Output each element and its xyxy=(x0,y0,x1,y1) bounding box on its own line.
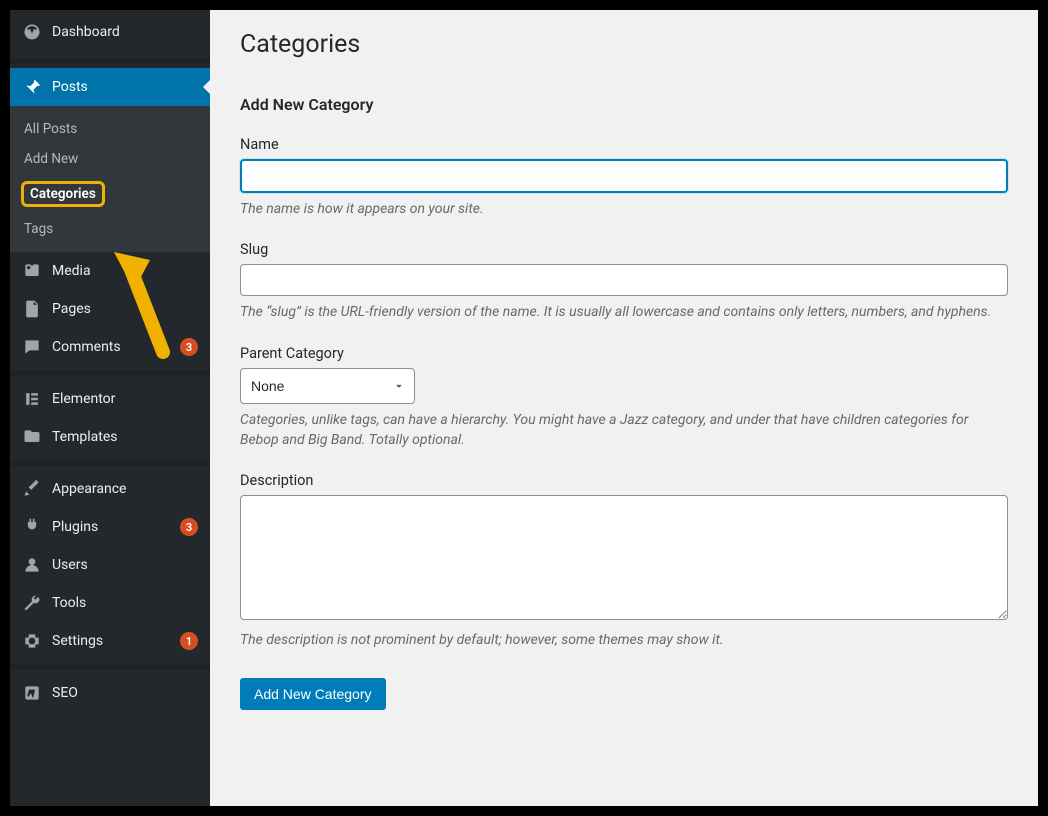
seo-icon xyxy=(22,683,42,703)
app-shell: Dashboard Posts All Posts Add New Catego… xyxy=(10,10,1038,806)
field-description: Description The description is not promi… xyxy=(240,472,1008,650)
count-badge: 3 xyxy=(180,518,198,536)
menu-separator xyxy=(10,58,210,64)
sidebar-item-appearance[interactable]: Appearance xyxy=(10,470,210,508)
settings-icon xyxy=(22,631,42,651)
sidebar-item-label: Pages xyxy=(52,301,198,317)
sidebar-item-settings[interactable]: Settings 1 xyxy=(10,622,210,660)
section-title: Add New Category xyxy=(240,95,1008,114)
sidebar-item-media[interactable]: Media xyxy=(10,252,210,290)
field-slug: Slug The “slug” is the URL-friendly vers… xyxy=(240,241,1008,322)
sidebar-item-templates[interactable]: Templates xyxy=(10,418,210,456)
sidebar-item-label: Media xyxy=(52,263,198,279)
user-icon xyxy=(22,555,42,575)
field-label: Parent Category xyxy=(240,345,1008,362)
parent-category-select[interactable]: None xyxy=(240,368,415,404)
sidebar-item-label: Appearance xyxy=(52,481,198,497)
sidebar-item-label: Dashboard xyxy=(52,24,198,40)
posts-submenu: All Posts Add New Categories Tags xyxy=(10,106,210,252)
wrench-icon xyxy=(22,593,42,613)
pages-icon xyxy=(22,299,42,319)
menu-separator xyxy=(10,664,210,670)
sidebar-item-comments[interactable]: Comments 3 xyxy=(10,328,210,366)
media-icon xyxy=(22,261,42,281)
add-new-category-button[interactable]: Add New Category xyxy=(240,678,386,710)
slug-input[interactable] xyxy=(240,264,1008,296)
sidebar-item-tools[interactable]: Tools xyxy=(10,584,210,622)
sidebar-item-elementor[interactable]: Elementor xyxy=(10,380,210,418)
sidebar-item-seo[interactable]: SEO xyxy=(10,674,210,712)
sidebar-item-label: Templates xyxy=(52,429,198,445)
sidebar-item-users[interactable]: Users xyxy=(10,546,210,584)
brush-icon xyxy=(22,479,42,499)
description-textarea[interactable] xyxy=(240,495,1008,620)
count-badge: 1 xyxy=(180,632,198,650)
field-name: Name The name is how it appears on your … xyxy=(240,136,1008,219)
admin-sidebar: Dashboard Posts All Posts Add New Catego… xyxy=(10,10,210,806)
sidebar-subitem-tags[interactable]: Tags xyxy=(10,214,210,244)
field-help: Categories, unlike tags, can have a hier… xyxy=(240,410,1008,451)
sidebar-subitem-categories[interactable]: Categories xyxy=(10,174,210,214)
elementor-icon xyxy=(22,389,42,409)
pushpin-icon xyxy=(22,77,42,97)
sidebar-subitem-all-posts[interactable]: All Posts xyxy=(10,114,210,144)
main-content: Categories Add New Category Name The nam… xyxy=(210,10,1038,806)
field-label: Name xyxy=(240,136,1008,153)
sidebar-item-posts[interactable]: Posts xyxy=(10,68,210,106)
sidebar-item-dashboard[interactable]: Dashboard xyxy=(10,10,210,54)
sidebar-item-label: Users xyxy=(52,557,198,573)
sidebar-item-plugins[interactable]: Plugins 3 xyxy=(10,508,210,546)
sidebar-item-label: Elementor xyxy=(52,391,198,407)
sidebar-item-pages[interactable]: Pages xyxy=(10,290,210,328)
comments-icon xyxy=(22,337,42,357)
field-label: Description xyxy=(240,472,1008,489)
sidebar-item-label: SEO xyxy=(52,685,198,701)
field-help: The “slug” is the URL-friendly version o… xyxy=(240,302,1008,322)
sidebar-item-label: Comments xyxy=(52,339,164,355)
sidebar-item-label: Plugins xyxy=(52,519,164,535)
field-help: The name is how it appears on your site. xyxy=(240,199,1008,219)
name-input[interactable] xyxy=(240,159,1008,193)
count-badge: 3 xyxy=(180,338,198,356)
folder-icon xyxy=(22,427,42,447)
plug-icon xyxy=(22,517,42,537)
sidebar-item-label: Tools xyxy=(52,595,198,611)
page-title: Categories xyxy=(240,30,1008,59)
field-help: The description is not prominent by defa… xyxy=(240,630,1008,650)
menu-separator xyxy=(10,460,210,466)
field-parent-category: Parent Category None Categories, unlike … xyxy=(240,345,1008,451)
sidebar-item-label: Settings xyxy=(52,633,164,649)
highlight-annotation: Categories xyxy=(21,181,105,207)
dashboard-icon xyxy=(22,22,42,42)
sidebar-item-label: Posts xyxy=(52,79,198,95)
field-label: Slug xyxy=(240,241,1008,258)
menu-separator xyxy=(10,370,210,376)
sidebar-subitem-add-new[interactable]: Add New xyxy=(10,144,210,174)
